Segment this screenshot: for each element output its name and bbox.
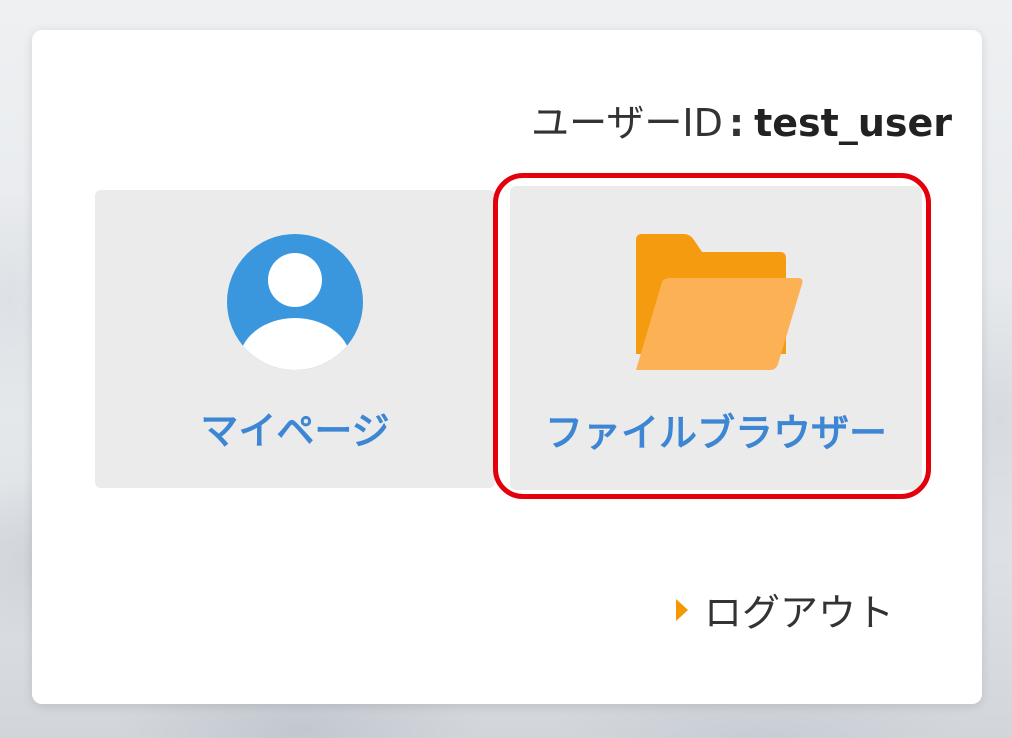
user-id-value: test_user (754, 101, 952, 145)
triangle-right-icon (676, 598, 688, 621)
user-avatar-icon (227, 234, 363, 370)
user-id-label: ユーザーID (531, 101, 723, 145)
user-id-separator: : (728, 101, 745, 145)
file-browser-tile[interactable]: ファイルブラウザー (510, 186, 922, 490)
logout-link[interactable]: ログアウト (676, 582, 894, 637)
mypage-tile[interactable]: マイページ (95, 190, 495, 488)
logout-label: ログアウト (704, 591, 895, 635)
user-id-display: ユーザーID : test_user (531, 92, 952, 147)
file-browser-label: ファイルブラウザー (544, 411, 887, 455)
mypage-label: マイページ (200, 409, 390, 453)
folder-open-icon (632, 234, 804, 374)
